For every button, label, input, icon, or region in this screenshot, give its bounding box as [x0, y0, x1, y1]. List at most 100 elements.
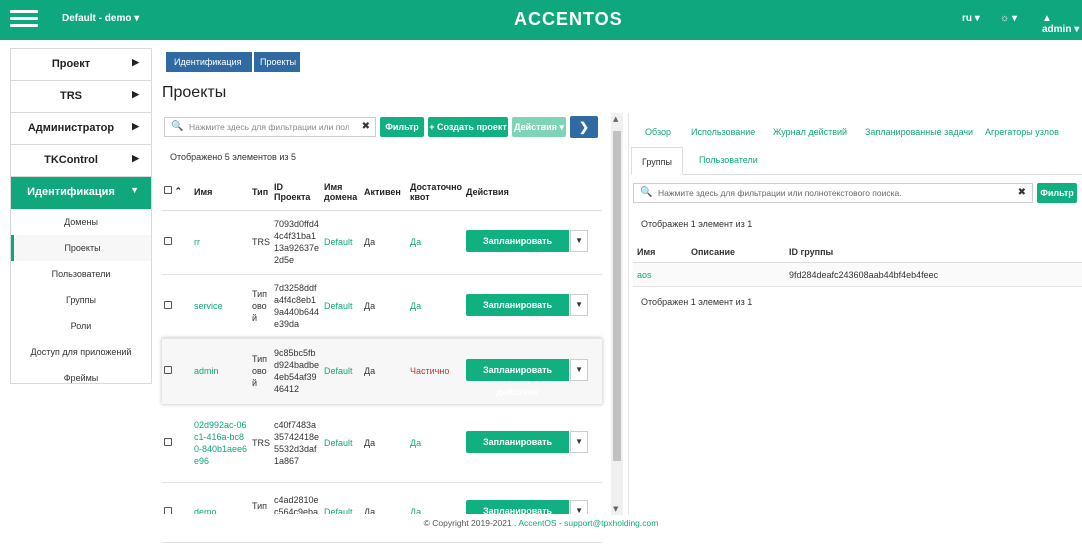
project-name-link[interactable]: admin	[192, 338, 250, 405]
project-name-link[interactable]: rr	[192, 210, 250, 275]
schedule-action-button[interactable]: Запланировать действие	[466, 229, 570, 268]
project-domain-link[interactable]: Default	[322, 274, 362, 339]
schedule-action-button[interactable]: Запланировать действие	[466, 358, 570, 397]
sidebar-item-admin[interactable]: Администратор ▶	[11, 113, 151, 145]
sidebar-sub-users[interactable]: Пользователи	[11, 261, 151, 287]
schedule-action-button[interactable]: Запланировать действие	[466, 293, 570, 332]
row-select[interactable]	[162, 338, 192, 405]
col-domain[interactable]: Имя домена	[322, 174, 362, 211]
chevron-down-icon[interactable]: ▼	[570, 229, 589, 252]
tab-action-log[interactable]: Журнал действий	[773, 127, 847, 137]
table-row[interactable]: demo Тип ово c4ad2810ec564c9eba55 Defaul…	[162, 482, 602, 543]
project-name-link[interactable]: demo	[192, 482, 250, 543]
tab-scheduled-tasks[interactable]: Запланированные задачи	[865, 127, 973, 137]
scroll-up-icon[interactable]: ▲	[613, 115, 618, 123]
checkbox[interactable]	[164, 237, 172, 245]
tab-overview[interactable]: Обзор	[645, 127, 671, 137]
tab-users[interactable]: Пользователи	[699, 155, 758, 165]
chevron-down-icon[interactable]: ▼	[570, 293, 589, 316]
breadcrumb-identity[interactable]: Идентификация	[166, 52, 252, 72]
checkbox[interactable]	[164, 186, 172, 195]
col-name[interactable]: Имя	[192, 174, 250, 211]
scrollbar-thumb[interactable]	[613, 131, 621, 461]
tab-groups[interactable]: Группы	[631, 147, 683, 175]
groups-filter-button[interactable]: Фильтр	[1037, 183, 1077, 203]
table-row[interactable]: 02d992ac-06c1-416a-bc80-840b1aee6e96 TRS…	[162, 404, 602, 483]
col-quota[interactable]: Достаточно квот	[408, 174, 465, 211]
sidebar-sub-roles[interactable]: Роли	[11, 313, 151, 339]
sidebar-item-project[interactable]: Проект ▶	[11, 49, 151, 81]
row-select[interactable]	[162, 482, 192, 543]
footer-brand-link[interactable]: AccentOS	[518, 518, 556, 528]
sidebar-item-tkcontrol[interactable]: TKControl ▶	[11, 145, 151, 177]
language-selector[interactable]: ru ▾	[962, 13, 980, 24]
user-menu[interactable]: ▲ admin ▾	[1042, 13, 1082, 35]
col-group-name[interactable]: Имя	[637, 247, 655, 257]
table-scrollbar[interactable]: ▲ ▼	[611, 113, 623, 515]
sidebar-sub-domains[interactable]: Домены	[11, 209, 151, 235]
col-type[interactable]: Тип	[250, 174, 272, 211]
table-row[interactable]: service Тип ово й 7d3258ddfa4f4c8eb19a44…	[162, 274, 602, 339]
logo: ACCENTOS	[514, 9, 623, 29]
sidebar-sub-app-access[interactable]: Доступ для приложений	[11, 339, 151, 365]
groups-table-header: Имя Описание ID группы	[633, 239, 1082, 263]
sidebar: Проект ▶ TRS ▶ Администратор ▶ TKControl ▶ И…	[10, 48, 152, 384]
project-active: Да	[362, 482, 408, 543]
breadcrumb-projects[interactable]: Проекты	[254, 52, 300, 72]
row-select[interactable]	[162, 210, 192, 275]
items-count: Отображено 5 элементов из 5	[170, 152, 296, 162]
sidebar-sub-groups[interactable]: Группы	[11, 287, 151, 313]
project-type: Тип ово й	[250, 338, 272, 405]
filter-button[interactable]: Фильтр	[380, 117, 424, 137]
sidebar-item-trs[interactable]: TRS ▶	[11, 81, 151, 113]
col-id[interactable]: ID Проекта	[272, 174, 322, 211]
groups-search-input[interactable]: 🔍 Нажмите здесь для фильтрации или полно…	[633, 183, 1033, 203]
chevron-right-icon: ▶	[132, 57, 139, 67]
table-row[interactable]: aos 9fd284deafc243608aab44bf4eb4feec	[633, 263, 1082, 287]
chevron-down-icon[interactable]: ▼	[570, 430, 589, 453]
chevron-down-icon[interactable]: ▼	[570, 358, 589, 381]
project-active: Да	[362, 338, 408, 405]
tab-usage[interactable]: Использование	[691, 127, 755, 137]
project-name-link[interactable]: 02d992ac-06c1-416a-bc80-840b1aee6e96	[192, 404, 250, 483]
close-icon[interactable]: ✖	[362, 121, 370, 132]
row-select[interactable]	[162, 274, 192, 339]
chevron-right-icon: ▶	[132, 153, 139, 163]
next-arrow-button[interactable]: ❯	[570, 116, 598, 138]
checkbox[interactable]	[164, 301, 172, 309]
select-all-header[interactable]: ⌃	[162, 174, 192, 211]
page-title: Проекты	[162, 84, 227, 101]
close-icon[interactable]: ✖	[1018, 187, 1026, 198]
search-input[interactable]: 🔍 Нажмите здесь для фильтрации или полно…	[164, 117, 376, 137]
sidebar-sub-projects[interactable]: Проекты	[11, 235, 151, 261]
col-actions: Действия	[464, 174, 602, 211]
table-row[interactable]: rr TRS 7093d0ffd44c4f31ba113a92637e2d5e …	[162, 210, 602, 275]
checkbox[interactable]	[164, 438, 172, 446]
group-name-link[interactable]: aos	[637, 270, 652, 280]
row-select[interactable]	[162, 404, 192, 483]
project-domain-link[interactable]: Default	[322, 482, 362, 543]
scroll-down-icon[interactable]: ▼	[613, 505, 618, 513]
table-header: ⌃ Имя Тип ID Проекта Имя домена Активен …	[162, 174, 602, 211]
checkbox[interactable]	[164, 366, 172, 374]
tab-node-aggregators[interactable]: Агрегаторы узлов	[985, 127, 1059, 137]
schedule-action-button[interactable]: Запланировать действие	[466, 430, 570, 469]
table-row[interactable]: admin Тип ово й 9c85bc5fbd924badbe4eb54a…	[162, 338, 602, 405]
sort-icon: ⌃	[172, 186, 183, 197]
tenant-selector[interactable]: Default - demo ▾	[62, 13, 139, 24]
col-active[interactable]: Активен	[362, 174, 408, 211]
actions-button[interactable]: Действия ▾	[512, 117, 566, 137]
theme-selector[interactable]: ☼ ▾	[1000, 13, 1017, 24]
menu-icon[interactable]	[10, 10, 38, 30]
create-project-button[interactable]: + Создать проект	[428, 117, 508, 137]
sidebar-sub-frames[interactable]: Фреймы	[11, 365, 151, 391]
col-group-id[interactable]: ID группы	[789, 247, 833, 257]
col-group-desc[interactable]: Описание	[691, 247, 735, 257]
sidebar-item-identity[interactable]: Идентификация ▼	[11, 177, 151, 209]
project-domain-link[interactable]: Default	[322, 338, 362, 405]
chevron-down-icon: ▼	[130, 185, 139, 195]
footer-email-link[interactable]: support@tpxholding.com	[564, 518, 658, 528]
project-domain-link[interactable]: Default	[322, 210, 362, 275]
project-domain-link[interactable]: Default	[322, 404, 362, 483]
project-name-link[interactable]: service	[192, 274, 250, 339]
